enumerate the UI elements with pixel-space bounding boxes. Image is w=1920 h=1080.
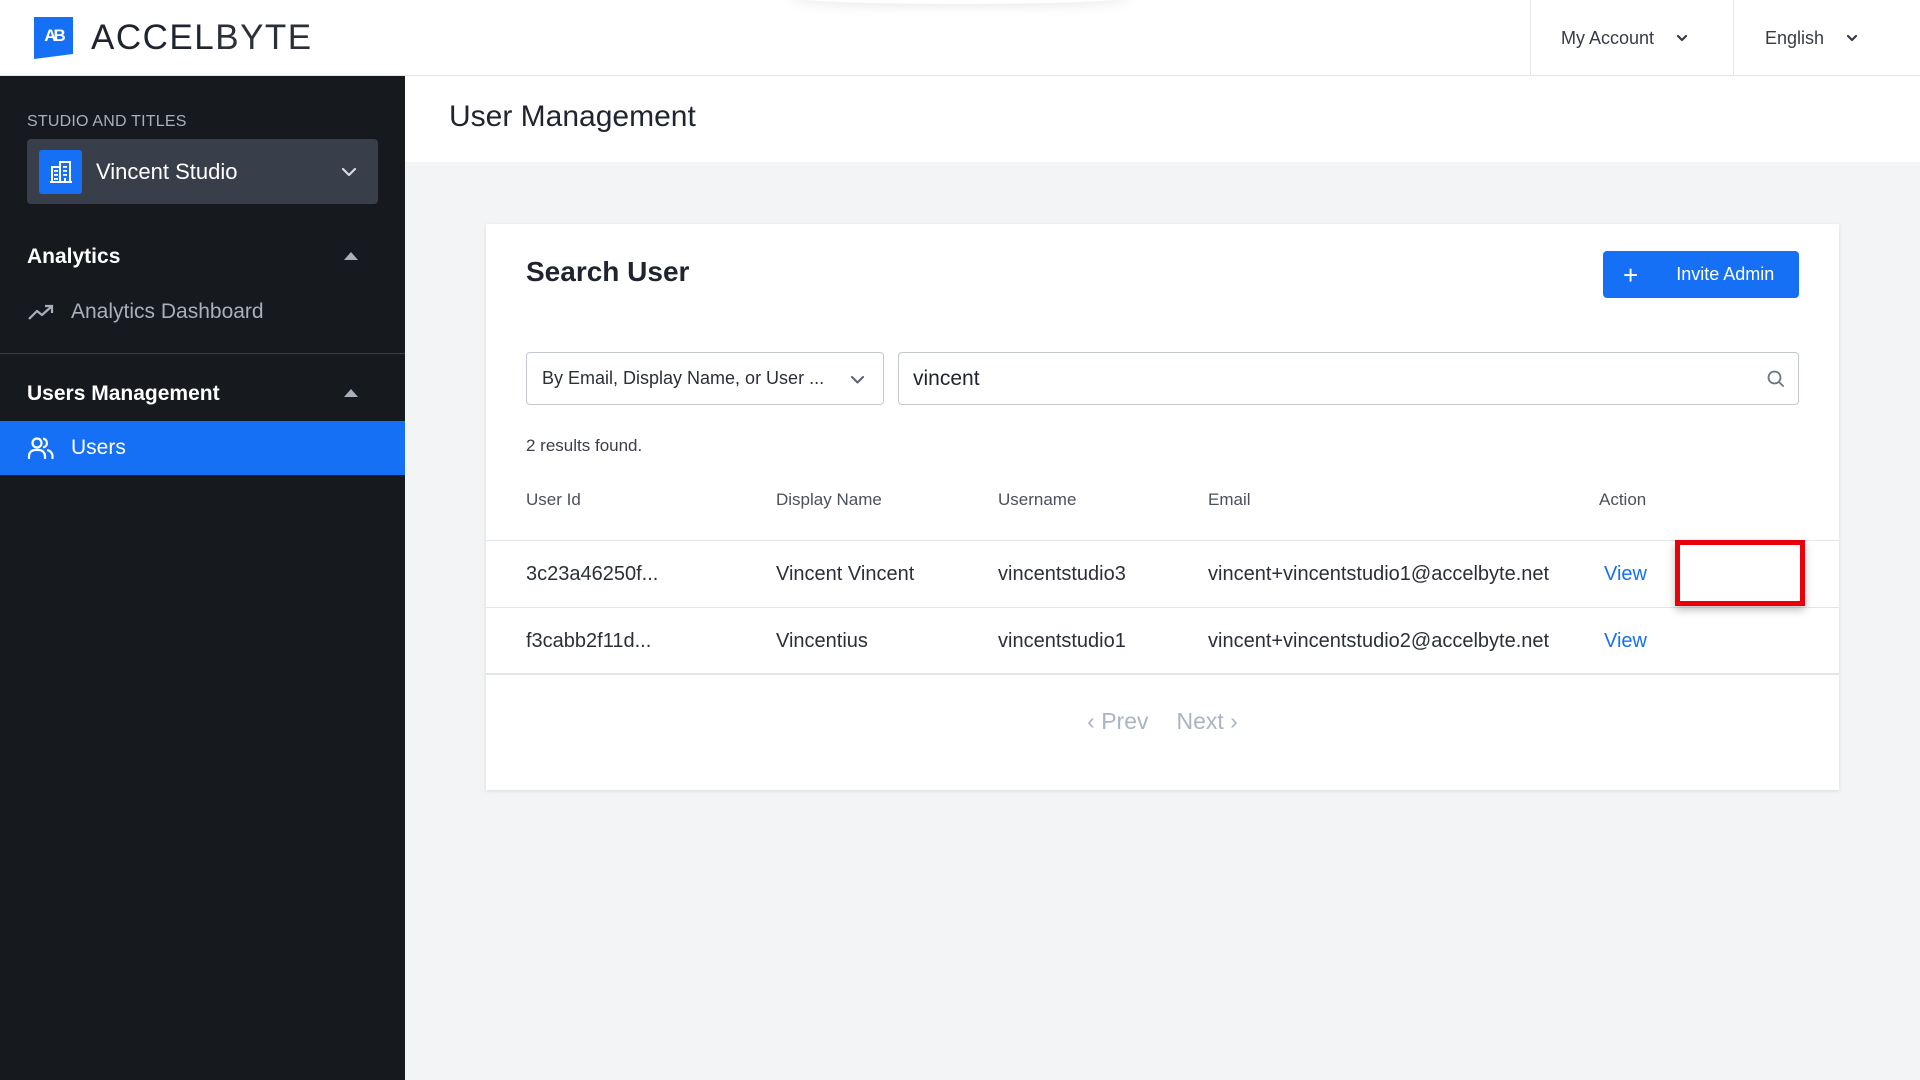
search-icon[interactable]: [1766, 369, 1786, 389]
cell-display-name: Vincent Vincent: [776, 563, 915, 585]
my-account-menu[interactable]: My Account: [1530, 0, 1733, 76]
chevron-left-icon: ‹: [1087, 708, 1102, 734]
chevron-down-icon: [1846, 34, 1858, 42]
cell-email: vincent+vincentstudio2@accelbyte.net: [1208, 630, 1550, 652]
caret-up-icon: [344, 252, 358, 260]
column-header-user-id: User Id: [526, 490, 581, 509]
caret-up-icon: [344, 389, 358, 397]
chevron-down-icon: [851, 376, 864, 384]
column-header-action: Action: [1599, 490, 1647, 509]
cell-display-name: Vincentius: [776, 630, 868, 652]
chevron-down-icon: [341, 167, 357, 177]
logo-text-byte: BYTE: [215, 18, 313, 57]
next-page-button[interactable]: Next ›: [1177, 708, 1238, 735]
search-field: [898, 352, 1799, 405]
table-header: User Id Display Name Username Email Acti…: [486, 476, 1839, 541]
invite-admin-label: Invite Admin: [1676, 264, 1775, 284]
top-header: AB ACCELBYTE My Account English: [0, 0, 1920, 76]
search-user-card: Search User + Invite Admin By Email, Dis…: [486, 224, 1839, 790]
page-title-bar: User Management: [405, 76, 1920, 162]
accelbyte-logo[interactable]: AB ACCELBYTE: [34, 17, 313, 59]
header-shadow: [790, 0, 1130, 4]
cell-user-id: 3c23a46250f...: [526, 563, 659, 585]
column-header-username: Username: [998, 490, 1077, 509]
trending-up-icon: [27, 300, 55, 324]
pagination: ‹ Prev Next ›: [486, 708, 1839, 735]
cell-user-id: f3cabb2f11d...: [526, 630, 652, 652]
column-header-display-name: Display Name: [776, 490, 882, 509]
studio-selector[interactable]: Vincent Studio: [27, 139, 378, 204]
users-icon: [27, 436, 55, 460]
nav-group-label: Analytics: [27, 245, 121, 268]
invite-admin-button[interactable]: + Invite Admin: [1603, 251, 1799, 298]
sidebar: STUDIO AND TITLES Vincent Studio Analyti…: [0, 76, 405, 1080]
chevron-right-icon: ›: [1223, 708, 1238, 734]
language-menu[interactable]: English: [1733, 0, 1920, 76]
search-filter-select[interactable]: By Email, Display Name, or User ...: [526, 352, 884, 405]
chevron-down-icon: [1676, 34, 1688, 42]
cell-email: vincent+vincentstudio1@accelbyte.net: [1208, 563, 1550, 585]
cell-username: vincentstudio3: [998, 563, 1126, 585]
search-filter-value: By Email, Display Name, or User ...: [542, 368, 825, 388]
studio-section-label: STUDIO AND TITLES: [27, 113, 187, 130]
nav-group-users-management[interactable]: Users Management: [0, 374, 405, 414]
logo-text: ACCELBYTE: [91, 18, 313, 58]
table-row: 3c23a46250f... Vincent Vincent vincentst…: [486, 541, 1839, 608]
logo-mark-icon: AB: [34, 17, 73, 59]
sidebar-item-label: Analytics Dashboard: [71, 300, 264, 323]
studio-name: Vincent Studio: [96, 158, 238, 184]
prev-label: Prev: [1101, 708, 1149, 734]
card-title: Search User: [526, 256, 690, 287]
sidebar-item-analytics-dashboard[interactable]: Analytics Dashboard: [0, 285, 405, 339]
column-header-email: Email: [1208, 490, 1251, 509]
plus-icon: +: [1623, 259, 1639, 290]
nav-group-label: Users Management: [27, 382, 220, 405]
language-label: English: [1765, 27, 1825, 48]
page-title: User Management: [449, 100, 696, 133]
sidebar-item-users[interactable]: Users: [0, 421, 405, 475]
sidebar-item-label: Users: [71, 436, 126, 459]
next-label: Next: [1176, 708, 1224, 734]
nav-group-analytics[interactable]: Analytics: [0, 237, 405, 277]
prev-page-button[interactable]: ‹ Prev: [1087, 708, 1148, 735]
my-account-label: My Account: [1561, 27, 1655, 48]
search-input[interactable]: [913, 353, 1733, 404]
table-row: f3cabb2f11d... Vincentius vincentstudio1…: [486, 608, 1839, 675]
users-table: User Id Display Name Username Email Acti…: [486, 476, 1839, 675]
cell-username: vincentstudio1: [998, 630, 1126, 652]
building-icon: [39, 149, 82, 194]
view-user-link[interactable]: View: [1604, 630, 1647, 653]
results-count: 2 results found.: [526, 436, 643, 455]
nav-divider: [0, 353, 405, 354]
view-user-link[interactable]: View: [1604, 563, 1647, 586]
logo-text-accel: ACCEL: [91, 18, 216, 57]
